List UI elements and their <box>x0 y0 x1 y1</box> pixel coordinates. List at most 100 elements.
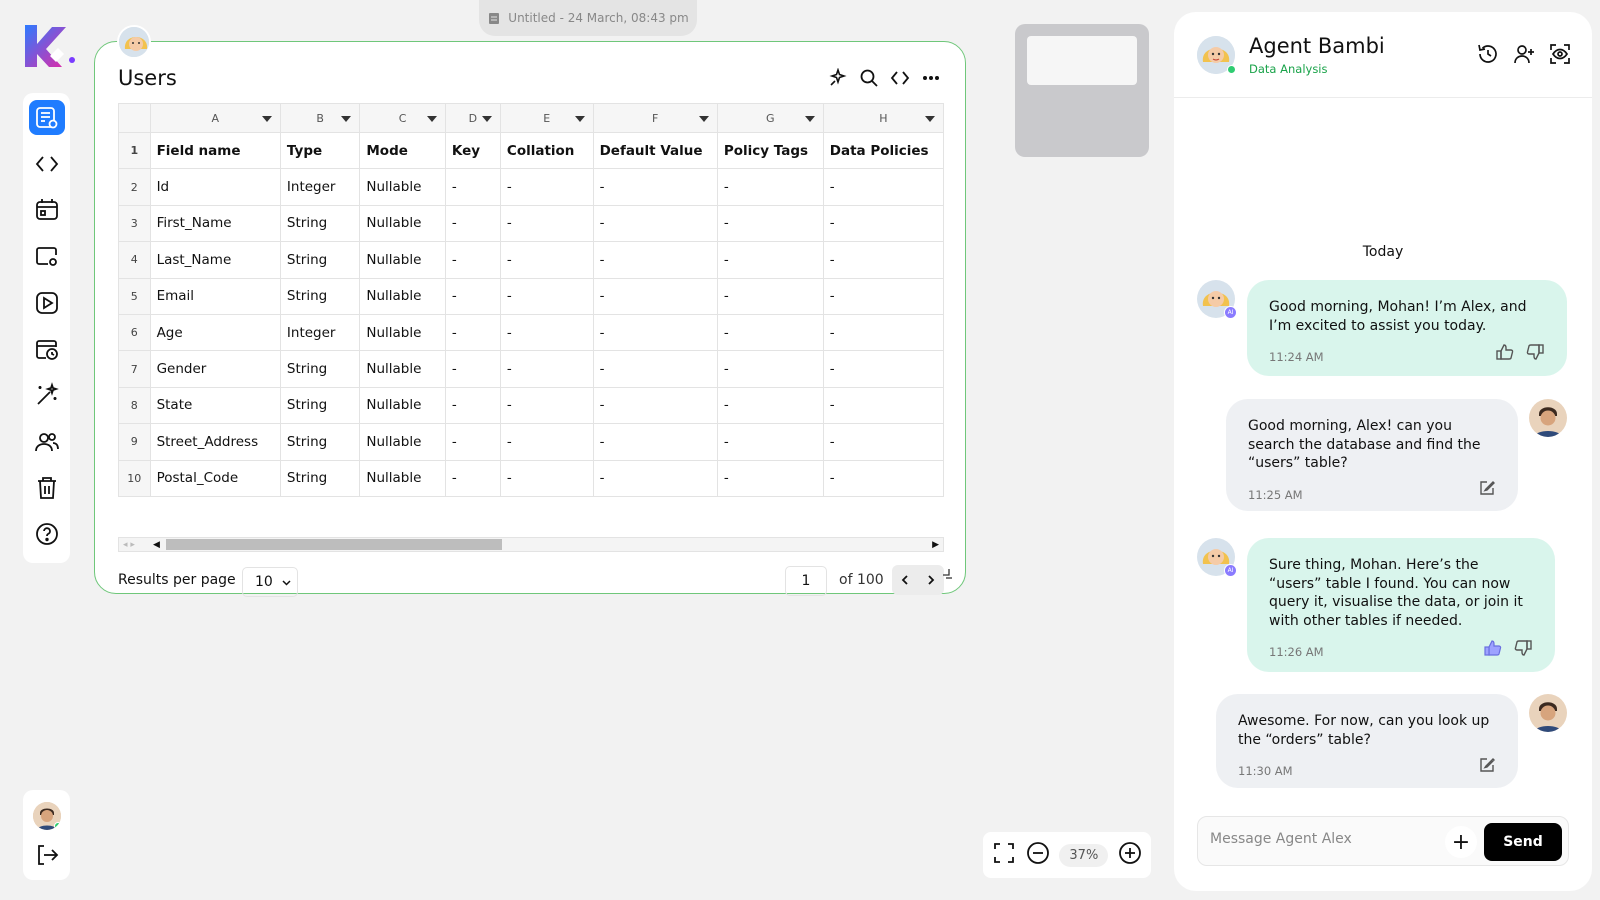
table-cell[interactable]: - <box>499 386 594 425</box>
table-cell[interactable]: - <box>592 168 718 206</box>
previous-page-button[interactable] <box>892 565 918 595</box>
table-cell[interactable]: - <box>716 241 824 279</box>
table-cell[interactable]: - <box>716 168 824 206</box>
sidebar-item-users[interactable] <box>29 424 65 459</box>
table-cell[interactable]: - <box>822 168 945 206</box>
edit-icon[interactable] <box>1478 756 1496 774</box>
sidebar-item-calendar-card[interactable] <box>29 193 65 228</box>
column-header-h[interactable]: H <box>822 103 945 133</box>
thumbs-up-icon[interactable] <box>1495 342 1515 362</box>
thumbs-up-filled-icon[interactable] <box>1483 638 1503 658</box>
table-cell[interactable]: Key <box>444 131 501 170</box>
table-cell[interactable]: Integer <box>279 168 361 206</box>
table-cell[interactable]: - <box>499 459 594 497</box>
table-cell[interactable]: String <box>279 241 361 279</box>
table-cell[interactable]: Id <box>149 168 281 206</box>
results-per-page-select[interactable]: 10 <box>242 567 298 597</box>
sidebar-item-play[interactable] <box>29 285 65 320</box>
table-cell[interactable]: Collation <box>499 131 594 170</box>
table-cell[interactable]: Street_Address <box>149 423 281 461</box>
table-cell[interactable]: Email <box>149 277 281 315</box>
table-cell[interactable]: - <box>822 241 945 279</box>
sidebar-item-help[interactable] <box>29 517 65 552</box>
table-cell[interactable]: Field name <box>149 131 281 170</box>
table-cell[interactable]: - <box>822 277 945 315</box>
code-view-button[interactable] <box>890 68 910 88</box>
attach-button[interactable]: + <box>1445 826 1477 858</box>
table-cell[interactable]: - <box>499 168 594 206</box>
horizontal-scrollbar[interactable]: ◂ ▸ ◀ ▶ <box>118 537 944 552</box>
table-cell[interactable]: String <box>279 386 361 425</box>
table-cell[interactable]: - <box>499 350 594 388</box>
table-cell[interactable]: - <box>716 423 824 461</box>
table-cell[interactable]: - <box>822 204 945 243</box>
table-cell[interactable]: - <box>444 204 501 243</box>
table-cell[interactable]: Postal_Code <box>149 459 281 497</box>
table-cell[interactable]: State <box>149 386 281 425</box>
table-cell[interactable]: - <box>592 350 718 388</box>
table-cell[interactable]: - <box>716 277 824 315</box>
table-cell[interactable]: - <box>592 386 718 425</box>
sidebar-item-screen-settings[interactable] <box>29 239 65 274</box>
table-cell[interactable]: - <box>592 423 718 461</box>
table-cell[interactable]: - <box>592 313 718 352</box>
table-cell[interactable]: - <box>444 168 501 206</box>
table-cell[interactable]: - <box>592 459 718 497</box>
column-menu-caret-icon[interactable] <box>261 116 272 122</box>
table-cell[interactable]: Mode <box>359 131 446 170</box>
column-header-b[interactable]: B <box>279 103 361 133</box>
focus-view-button[interactable] <box>1548 42 1572 66</box>
table-cell[interactable]: Default Value <box>592 131 718 170</box>
table-cell[interactable]: String <box>279 350 361 388</box>
table-cell[interactable]: Nullable <box>359 313 446 352</box>
table-cell[interactable]: - <box>716 204 824 243</box>
history-button[interactable] <box>1476 42 1500 66</box>
table-cell[interactable]: String <box>279 204 361 243</box>
table-cell[interactable]: Last_Name <box>149 241 281 279</box>
column-menu-caret-icon[interactable] <box>925 116 935 122</box>
table-cell[interactable]: - <box>499 313 594 352</box>
table-cell[interactable]: - <box>592 241 718 279</box>
table-cell[interactable]: - <box>444 313 501 352</box>
fit-screen-button[interactable] <box>992 841 1016 869</box>
zoom-out-button[interactable] <box>1026 841 1050 869</box>
send-button[interactable]: Send <box>1484 823 1562 861</box>
table-cell[interactable]: - <box>716 459 824 497</box>
table-cell[interactable]: - <box>822 313 945 352</box>
table-cell[interactable]: - <box>444 277 501 315</box>
table-cell[interactable]: - <box>822 350 945 388</box>
column-header-e[interactable]: E <box>499 103 594 133</box>
table-cell[interactable]: - <box>444 386 501 425</box>
table-cell[interactable]: - <box>822 423 945 461</box>
column-header-d[interactable]: D <box>444 103 501 133</box>
edit-icon[interactable] <box>1478 479 1496 497</box>
more-options-button[interactable] <box>921 68 941 88</box>
table-cell[interactable]: - <box>822 459 945 497</box>
search-button[interactable] <box>859 68 879 88</box>
table-cell[interactable]: - <box>499 204 594 243</box>
zoom-in-button[interactable] <box>1118 841 1142 869</box>
table-cell[interactable]: Data Policies <box>822 131 945 170</box>
table-cell[interactable]: Nullable <box>359 386 446 425</box>
column-menu-caret-icon[interactable] <box>698 116 709 122</box>
table-cell[interactable]: Policy Tags <box>716 131 824 170</box>
table-cell[interactable]: - <box>444 241 501 279</box>
table-cell[interactable]: - <box>716 386 824 425</box>
table-cell[interactable]: Nullable <box>359 241 446 279</box>
table-cell[interactable]: Integer <box>279 313 361 352</box>
logout-button[interactable] <box>34 842 60 872</box>
table-cell[interactable]: - <box>499 423 594 461</box>
table-cell[interactable]: Gender <box>149 350 281 388</box>
column-header-g[interactable]: G <box>716 103 824 133</box>
resize-handle-icon[interactable] <box>941 567 953 579</box>
scroll-left-small-icon[interactable]: ◂ ▸ <box>123 540 135 550</box>
table-cell[interactable]: Age <box>149 313 281 352</box>
table-cell[interactable]: Type <box>279 131 361 170</box>
column-header-c[interactable]: C <box>359 103 446 133</box>
column-menu-caret-icon[interactable] <box>574 116 585 122</box>
table-cell[interactable]: - <box>592 277 718 315</box>
sidebar-item-schedule[interactable] <box>29 331 65 366</box>
table-cell[interactable]: - <box>716 350 824 388</box>
table-cell[interactable]: Nullable <box>359 423 446 461</box>
add-user-button[interactable] <box>1512 42 1536 66</box>
